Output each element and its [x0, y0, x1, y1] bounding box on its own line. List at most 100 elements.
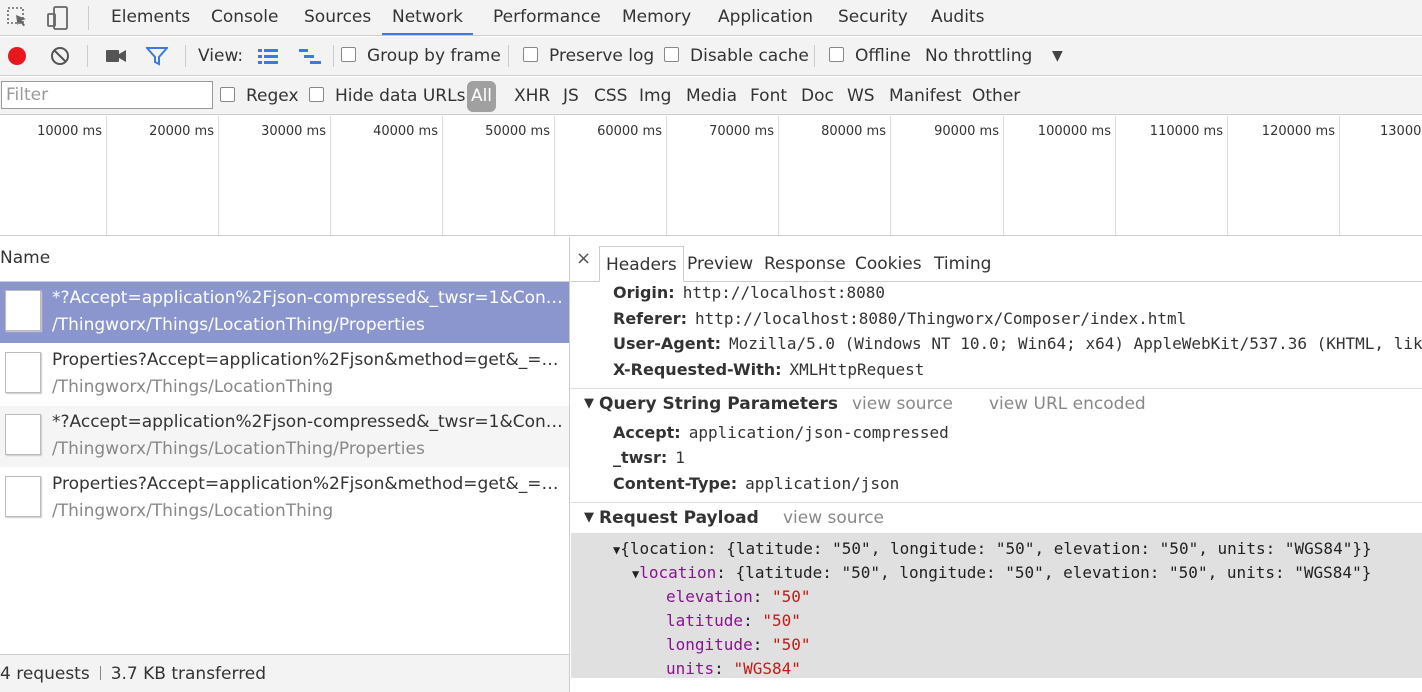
checkbox-box[interactable]	[664, 47, 679, 62]
offline-checkbox[interactable]: Offline	[829, 37, 911, 75]
request-row[interactable]: Properties?Accept=application%2Fjson&met…	[0, 468, 569, 530]
checkbox-box[interactable]	[523, 47, 538, 62]
request-row[interactable]: *?Accept=application%2Fjson-compressed&_…	[0, 282, 569, 344]
request-list-panel: Name *?Accept=application%2Fjson-compres…	[0, 237, 570, 692]
filter-input[interactable]	[1, 81, 213, 109]
expand-triangle-icon[interactable]: ▼	[584, 510, 594, 525]
tab-performance[interactable]: Performance	[483, 0, 611, 35]
query-string-section-header[interactable]: ▼ Query String Parameters view source vi…	[571, 388, 1422, 420]
timeline-tick: 50000 ms	[443, 116, 555, 235]
query-param: _twsr: 1	[613, 448, 685, 467]
section-title: Request Payload	[599, 508, 759, 528]
request-row[interactable]: Properties?Accept=application%2Fjson&met…	[0, 344, 569, 406]
param-key: Accept:	[613, 423, 681, 442]
payload-key: elevation	[666, 587, 753, 606]
record-icon[interactable]	[7, 46, 27, 66]
tab-memory[interactable]: Memory	[612, 0, 701, 35]
type-filter-css[interactable]: CSS	[594, 77, 627, 115]
view-source-link[interactable]: view source	[783, 508, 884, 528]
checkbox-box[interactable]	[220, 87, 235, 102]
timeline-overview[interactable]: 10000 ms 20000 ms 30000 ms 40000 ms 5000…	[0, 116, 1422, 236]
request-payload-section-header[interactable]: ▼ Request Payload view source	[571, 502, 1422, 534]
tab-console[interactable]: Console	[201, 0, 289, 35]
regex-checkbox[interactable]: Regex	[220, 77, 299, 115]
timeline-tick: 100000 ms	[1004, 116, 1116, 235]
tab-preview[interactable]: Preview	[681, 246, 759, 282]
payload-location-node[interactable]: ▼location: {latitude: "50", longitude: "…	[632, 563, 1371, 582]
tab-sources[interactable]: Sources	[294, 0, 381, 35]
request-name: *?Accept=application%2Fjson-compressed&_…	[52, 288, 564, 308]
payload-value: "50"	[771, 587, 811, 606]
tab-application[interactable]: Application	[708, 0, 823, 35]
inspect-element-icon[interactable]	[5, 5, 31, 31]
payload-field: latitude: "50"	[666, 611, 801, 630]
type-filter-manifest[interactable]: Manifest	[889, 77, 962, 115]
query-param: Content-Type: application/json	[613, 474, 899, 493]
type-filter-img[interactable]: Img	[639, 77, 671, 115]
hide-data-urls-label: Hide data URLs	[335, 86, 466, 106]
payload-key: latitude	[666, 611, 744, 630]
checkbox-box[interactable]	[829, 47, 844, 62]
payload-value: "50"	[771, 635, 811, 654]
close-icon[interactable]: ×	[576, 248, 591, 269]
name-column-header[interactable]: Name	[0, 237, 569, 282]
tab-network[interactable]: Network	[382, 0, 473, 35]
type-filter-font[interactable]: Font	[750, 77, 787, 115]
type-filter-ws[interactable]: WS	[847, 77, 875, 115]
request-row[interactable]: *?Accept=application%2Fjson-compressed&_…	[0, 406, 569, 468]
divider	[99, 666, 101, 680]
tab-cookies[interactable]: Cookies	[849, 246, 928, 282]
tab-audits[interactable]: Audits	[921, 0, 994, 35]
type-filter-doc[interactable]: Doc	[801, 77, 834, 115]
large-rows-icon[interactable]	[257, 47, 279, 65]
param-key: _twsr:	[613, 448, 668, 467]
file-icon	[5, 352, 41, 393]
payload-key: longitude	[666, 635, 753, 654]
timeline-tick: 120000 ms	[1228, 116, 1340, 235]
type-filter-all[interactable]: All	[467, 81, 496, 112]
waterfall-overview-icon[interactable]	[298, 47, 322, 65]
checkbox-box[interactable]	[309, 87, 324, 102]
payload-value: "50"	[762, 611, 801, 630]
request-path: /Thingworx/Things/LocationThing	[52, 377, 334, 397]
device-toolbar-icon[interactable]	[45, 5, 71, 31]
hide-data-urls-checkbox[interactable]: Hide data URLs	[309, 77, 465, 115]
disable-cache-checkbox[interactable]: Disable cache	[664, 37, 809, 75]
divider	[508, 45, 509, 67]
tab-timing[interactable]: Timing	[928, 246, 997, 282]
checkbox-box[interactable]	[341, 47, 356, 62]
clear-icon[interactable]	[50, 46, 70, 66]
type-filter-xhr[interactable]: XHR	[514, 77, 550, 115]
tab-security[interactable]: Security	[828, 0, 918, 35]
param-value: application/json	[745, 474, 900, 493]
type-filter-js[interactable]: JS	[563, 77, 579, 115]
type-filter-media[interactable]: Media	[686, 77, 737, 115]
type-filter-other[interactable]: Other	[972, 77, 1020, 115]
view-label: View:	[198, 46, 244, 66]
tab-response[interactable]: Response	[758, 246, 852, 282]
section-title: Query String Parameters	[599, 394, 838, 414]
header-value: XMLHttpRequest	[789, 360, 925, 379]
throttling-select[interactable]: No throttling	[925, 37, 1032, 75]
tab-elements[interactable]: Elements	[101, 0, 200, 35]
payload-value: "WGS84"	[733, 659, 801, 678]
view-url-encoded-link[interactable]: view URL encoded	[989, 394, 1146, 414]
tab-headers[interactable]: Headers	[599, 246, 684, 282]
view-source-link[interactable]: view source	[852, 394, 953, 414]
payload-field: units: "WGS84"	[666, 659, 801, 678]
payload-root-node[interactable]: ▼{location: {latitude: "50", longitude: …	[613, 539, 1372, 558]
timeline-tick: 10000 ms	[0, 116, 107, 235]
filter-icon[interactable]	[144, 46, 170, 66]
offline-label: Offline	[855, 46, 911, 66]
request-count: 4 requests	[0, 664, 90, 684]
timeline-tick: 70000 ms	[667, 116, 779, 235]
expand-triangle-icon[interactable]: ▼	[584, 396, 594, 411]
preserve-log-checkbox[interactable]: Preserve log	[523, 37, 654, 75]
screenshot-camera-icon[interactable]	[105, 47, 127, 65]
timeline-tick: 90000 ms	[891, 116, 1004, 235]
request-path: /Thingworx/Things/LocationThing	[52, 501, 334, 521]
payload-field: elevation: "50"	[666, 587, 811, 606]
chevron-down-icon[interactable]: ▼	[1052, 37, 1063, 75]
group-by-frame-checkbox[interactable]: Group by frame	[341, 37, 501, 75]
timeline-tick: 80000 ms	[779, 116, 891, 235]
